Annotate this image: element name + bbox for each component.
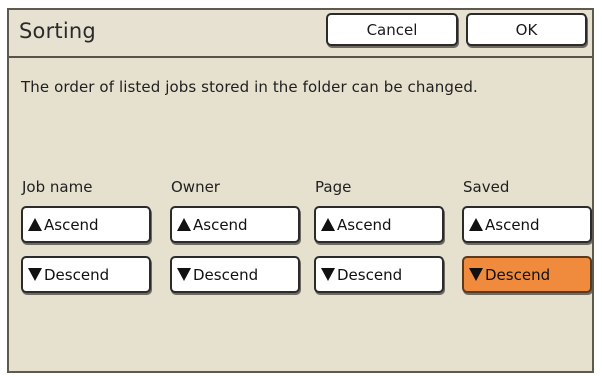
- sort-column-owner: Owner Ascend Descend: [170, 176, 302, 293]
- column-label-owner: Owner: [171, 178, 220, 196]
- triangle-up-icon: [469, 218, 483, 231]
- ascend-label: Ascend: [337, 215, 392, 234]
- descend-label: Descend: [337, 265, 403, 284]
- instruction-text: The order of listed jobs stored in the f…: [21, 78, 478, 96]
- column-label-job-name: Job name: [22, 178, 93, 196]
- triangle-down-icon: [321, 268, 335, 281]
- triangle-down-icon: [177, 268, 191, 281]
- owner-descend-button[interactable]: Descend: [170, 256, 300, 293]
- column-label-saved: Saved: [463, 178, 510, 196]
- dialog-title: Sorting: [19, 19, 96, 43]
- triangle-up-icon: [28, 218, 42, 231]
- descend-label: Descend: [193, 265, 259, 284]
- title-bar: Sorting Cancel OK: [9, 10, 592, 58]
- saved-descend-button[interactable]: Descend: [462, 256, 592, 293]
- descend-label: Descend: [485, 265, 551, 284]
- sort-column-saved: Saved Ascend Descend: [462, 176, 592, 293]
- ascend-label: Ascend: [44, 215, 99, 234]
- sort-column-page: Page Ascend Descend: [314, 176, 446, 293]
- descend-label: Descend: [44, 265, 110, 284]
- triangle-up-icon: [321, 218, 335, 231]
- cancel-button[interactable]: Cancel: [326, 13, 458, 46]
- sorting-dialog: Sorting Cancel OK The order of listed jo…: [7, 8, 594, 373]
- triangle-up-icon: [177, 218, 191, 231]
- column-label-page: Page: [315, 178, 352, 196]
- triangle-down-icon: [469, 268, 483, 281]
- job-name-ascend-button[interactable]: Ascend: [21, 206, 151, 243]
- triangle-down-icon: [28, 268, 42, 281]
- ascend-label: Ascend: [485, 215, 540, 234]
- owner-ascend-button[interactable]: Ascend: [170, 206, 300, 243]
- page-descend-button[interactable]: Descend: [314, 256, 444, 293]
- sort-column-job-name: Job name Ascend Descend: [21, 176, 153, 293]
- ascend-label: Ascend: [193, 215, 248, 234]
- ok-button[interactable]: OK: [466, 13, 587, 46]
- page-ascend-button[interactable]: Ascend: [314, 206, 444, 243]
- saved-ascend-button[interactable]: Ascend: [462, 206, 592, 243]
- job-name-descend-button[interactable]: Descend: [21, 256, 151, 293]
